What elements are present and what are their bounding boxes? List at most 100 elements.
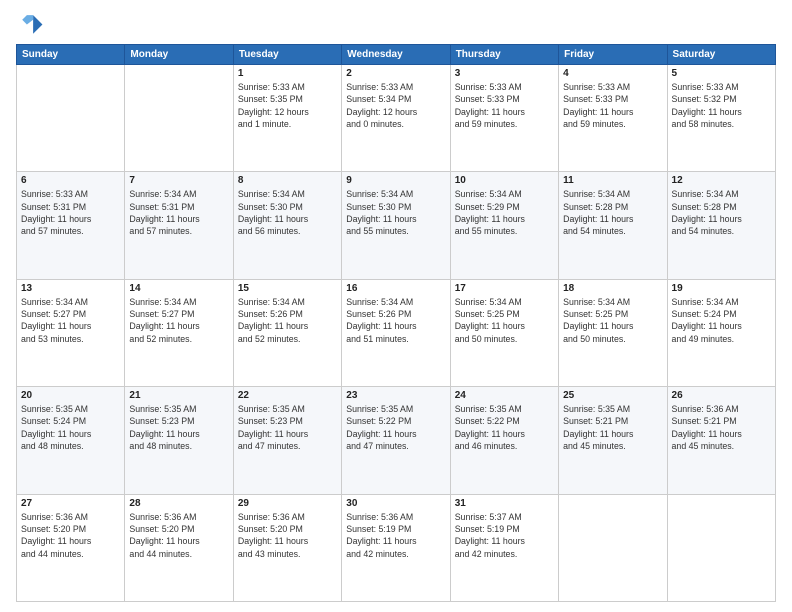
- day-number: 10: [455, 175, 554, 186]
- day-number: 21: [129, 390, 228, 401]
- day-cell: 20 Sunrise: 5:35 AM Sunset: 5:24 PM Dayli…: [17, 387, 125, 494]
- day-info: Sunrise: 5:35 AM Sunset: 5:21 PM Dayligh…: [563, 403, 662, 452]
- day-info: Sunrise: 5:34 AM Sunset: 5:27 PM Dayligh…: [129, 296, 228, 345]
- day-number: 8: [238, 175, 337, 186]
- day-info: Sunrise: 5:36 AM Sunset: 5:20 PM Dayligh…: [21, 511, 120, 560]
- day-cell: [125, 65, 233, 172]
- day-info: Sunrise: 5:34 AM Sunset: 5:27 PM Dayligh…: [21, 296, 120, 345]
- day-cell: 28 Sunrise: 5:36 AM Sunset: 5:20 PM Dayli…: [125, 494, 233, 601]
- day-info: Sunrise: 5:34 AM Sunset: 5:25 PM Dayligh…: [563, 296, 662, 345]
- day-cell: 3 Sunrise: 5:33 AM Sunset: 5:33 PM Daylig…: [450, 65, 558, 172]
- day-info: Sunrise: 5:33 AM Sunset: 5:33 PM Dayligh…: [563, 81, 662, 130]
- day-cell: 18 Sunrise: 5:34 AM Sunset: 5:25 PM Dayli…: [559, 279, 667, 386]
- col-saturday: Saturday: [667, 45, 775, 65]
- day-number: 9: [346, 175, 445, 186]
- day-cell: 23 Sunrise: 5:35 AM Sunset: 5:22 PM Dayli…: [342, 387, 450, 494]
- day-cell: 9 Sunrise: 5:34 AM Sunset: 5:30 PM Daylig…: [342, 172, 450, 279]
- day-cell: 16 Sunrise: 5:34 AM Sunset: 5:26 PM Dayli…: [342, 279, 450, 386]
- day-number: 16: [346, 283, 445, 294]
- day-number: 20: [21, 390, 120, 401]
- day-number: 5: [672, 68, 771, 79]
- day-cell: 31Sunrise: 5:37 AM Sunset: 5:19 PM Dayli…: [450, 494, 558, 601]
- day-number: 27: [21, 498, 120, 509]
- day-cell: [559, 494, 667, 601]
- day-number: 13: [21, 283, 120, 294]
- day-cell: 15Sunrise: 5:34 AM Sunset: 5:26 PM Dayli…: [233, 279, 341, 386]
- day-number: 12: [672, 175, 771, 186]
- day-number: 3: [455, 68, 554, 79]
- day-info: Sunrise: 5:34 AM Sunset: 5:26 PM Dayligh…: [346, 296, 445, 345]
- day-info: Sunrise: 5:34 AM Sunset: 5:30 PM Dayligh…: [346, 188, 445, 237]
- day-cell: 21 Sunrise: 5:35 AM Sunset: 5:23 PM Dayli…: [125, 387, 233, 494]
- header-row: Sunday Monday Tuesday Wednesday Thursday…: [17, 45, 776, 65]
- day-info: Sunrise: 5:35 AM Sunset: 5:22 PM Dayligh…: [455, 403, 554, 452]
- day-number: 18: [563, 283, 662, 294]
- day-info: Sunrise: 5:34 AM Sunset: 5:26 PM Dayligh…: [238, 296, 337, 345]
- day-info: Sunrise: 5:34 AM Sunset: 5:25 PM Dayligh…: [455, 296, 554, 345]
- logo-icon: [16, 12, 44, 40]
- week-row-4: 20 Sunrise: 5:35 AM Sunset: 5:24 PM Dayli…: [17, 387, 776, 494]
- day-number: 24: [455, 390, 554, 401]
- day-info: Sunrise: 5:37 AM Sunset: 5:19 PM Dayligh…: [455, 511, 554, 560]
- day-number: 29: [238, 498, 337, 509]
- day-info: Sunrise: 5:33 AM Sunset: 5:32 PM Dayligh…: [672, 81, 771, 130]
- day-number: 25: [563, 390, 662, 401]
- day-info: Sunrise: 5:36 AM Sunset: 5:19 PM Dayligh…: [346, 511, 445, 560]
- day-info: Sunrise: 5:34 AM Sunset: 5:29 PM Dayligh…: [455, 188, 554, 237]
- day-cell: 5 Sunrise: 5:33 AM Sunset: 5:32 PM Daylig…: [667, 65, 775, 172]
- day-cell: 12Sunrise: 5:34 AM Sunset: 5:28 PM Dayli…: [667, 172, 775, 279]
- logo: [16, 12, 46, 40]
- week-row-2: 6Sunrise: 5:33 AM Sunset: 5:31 PM Daylig…: [17, 172, 776, 279]
- day-cell: 4Sunrise: 5:33 AM Sunset: 5:33 PM Daylig…: [559, 65, 667, 172]
- day-number: 22: [238, 390, 337, 401]
- day-cell: 13 Sunrise: 5:34 AM Sunset: 5:27 PM Dayli…: [17, 279, 125, 386]
- day-info: Sunrise: 5:33 AM Sunset: 5:34 PM Dayligh…: [346, 81, 445, 130]
- col-tuesday: Tuesday: [233, 45, 341, 65]
- day-info: Sunrise: 5:34 AM Sunset: 5:24 PM Dayligh…: [672, 296, 771, 345]
- calendar-header: Sunday Monday Tuesday Wednesday Thursday…: [17, 45, 776, 65]
- day-number: 2: [346, 68, 445, 79]
- day-info: Sunrise: 5:36 AM Sunset: 5:20 PM Dayligh…: [129, 511, 228, 560]
- col-friday: Friday: [559, 45, 667, 65]
- day-cell: 1Sunrise: 5:33 AM Sunset: 5:35 PM Daylig…: [233, 65, 341, 172]
- day-number: 17: [455, 283, 554, 294]
- day-cell: [667, 494, 775, 601]
- day-cell: 29 Sunrise: 5:36 AM Sunset: 5:20 PM Dayli…: [233, 494, 341, 601]
- day-info: Sunrise: 5:35 AM Sunset: 5:24 PM Dayligh…: [21, 403, 120, 452]
- day-cell: 2 Sunrise: 5:33 AM Sunset: 5:34 PM Daylig…: [342, 65, 450, 172]
- day-number: 23: [346, 390, 445, 401]
- week-row-5: 27 Sunrise: 5:36 AM Sunset: 5:20 PM Dayli…: [17, 494, 776, 601]
- day-info: Sunrise: 5:36 AM Sunset: 5:20 PM Dayligh…: [238, 511, 337, 560]
- col-wednesday: Wednesday: [342, 45, 450, 65]
- day-number: 30: [346, 498, 445, 509]
- day-cell: 27 Sunrise: 5:36 AM Sunset: 5:20 PM Dayli…: [17, 494, 125, 601]
- day-info: Sunrise: 5:35 AM Sunset: 5:23 PM Dayligh…: [238, 403, 337, 452]
- day-cell: 26Sunrise: 5:36 AM Sunset: 5:21 PM Dayli…: [667, 387, 775, 494]
- day-cell: 7Sunrise: 5:34 AM Sunset: 5:31 PM Daylig…: [125, 172, 233, 279]
- day-number: 28: [129, 498, 228, 509]
- day-info: Sunrise: 5:35 AM Sunset: 5:22 PM Dayligh…: [346, 403, 445, 452]
- day-cell: 25 Sunrise: 5:35 AM Sunset: 5:21 PM Dayli…: [559, 387, 667, 494]
- day-info: Sunrise: 5:36 AM Sunset: 5:21 PM Dayligh…: [672, 403, 771, 452]
- week-row-1: 1Sunrise: 5:33 AM Sunset: 5:35 PM Daylig…: [17, 65, 776, 172]
- page: Sunday Monday Tuesday Wednesday Thursday…: [0, 0, 792, 612]
- calendar: Sunday Monday Tuesday Wednesday Thursday…: [16, 44, 776, 602]
- day-number: 14: [129, 283, 228, 294]
- day-cell: [17, 65, 125, 172]
- day-cell: 14 Sunrise: 5:34 AM Sunset: 5:27 PM Dayli…: [125, 279, 233, 386]
- day-info: Sunrise: 5:34 AM Sunset: 5:30 PM Dayligh…: [238, 188, 337, 237]
- day-number: 11: [563, 175, 662, 186]
- day-info: Sunrise: 5:34 AM Sunset: 5:28 PM Dayligh…: [563, 188, 662, 237]
- week-row-3: 13 Sunrise: 5:34 AM Sunset: 5:27 PM Dayli…: [17, 279, 776, 386]
- day-info: Sunrise: 5:35 AM Sunset: 5:23 PM Dayligh…: [129, 403, 228, 452]
- day-info: Sunrise: 5:34 AM Sunset: 5:31 PM Dayligh…: [129, 188, 228, 237]
- day-cell: 19Sunrise: 5:34 AM Sunset: 5:24 PM Dayli…: [667, 279, 775, 386]
- day-info: Sunrise: 5:33 AM Sunset: 5:33 PM Dayligh…: [455, 81, 554, 130]
- col-monday: Monday: [125, 45, 233, 65]
- day-info: Sunrise: 5:33 AM Sunset: 5:35 PM Dayligh…: [238, 81, 337, 130]
- col-sunday: Sunday: [17, 45, 125, 65]
- header: [16, 12, 776, 40]
- day-cell: 6Sunrise: 5:33 AM Sunset: 5:31 PM Daylig…: [17, 172, 125, 279]
- day-cell: 10 Sunrise: 5:34 AM Sunset: 5:29 PM Dayli…: [450, 172, 558, 279]
- day-cell: 8 Sunrise: 5:34 AM Sunset: 5:30 PM Daylig…: [233, 172, 341, 279]
